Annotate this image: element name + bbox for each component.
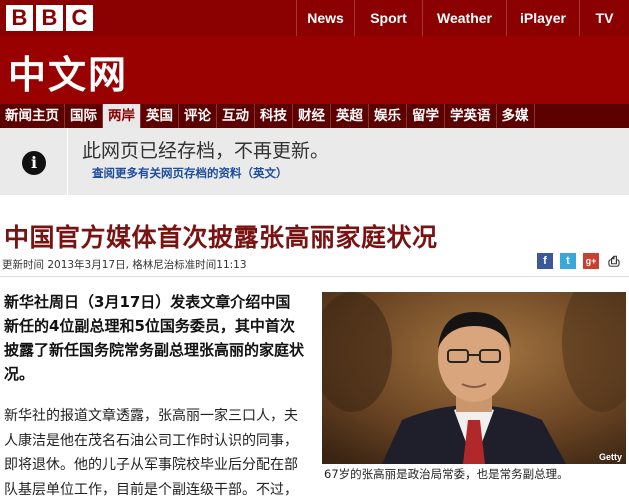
photo-caption: 67岁的张高丽是政治局常委，也是常务副总理。 <box>324 467 569 481</box>
section-item-premier-league[interactable]: 英超 <box>331 104 369 128</box>
notice-divider <box>67 128 68 195</box>
section-item-world[interactable]: 国际 <box>65 104 103 128</box>
bbc-logo-letter: B <box>6 5 33 31</box>
section-item-interactive[interactable]: 互动 <box>217 104 255 128</box>
nav-news[interactable]: News <box>296 0 354 36</box>
bbc-logo-letter: C <box>66 5 93 31</box>
nav-iplayer[interactable]: iPlayer <box>506 0 579 36</box>
facebook-icon[interactable]: f <box>537 253 553 269</box>
headline-divider <box>0 276 629 277</box>
article-lead: 新华社周日（3月17日）发表文章介绍中国新任的4位副总理和5位国务委员，其中首次… <box>4 293 305 383</box>
article-paragraph: 新华社的报道文章透露，张高丽一家三口人，夫人康洁是他在茂名石油公司工作时认识的同… <box>4 408 298 498</box>
bbc-logo[interactable]: B B C <box>6 5 93 31</box>
archive-notice: i 此网页已经存档，不再更新。 查阅更多有关网页存档的资料（英文） <box>0 128 629 195</box>
section-item-technology[interactable]: 科技 <box>255 104 293 128</box>
section-item-uk[interactable]: 英国 <box>141 104 179 128</box>
top-bar: B B C News Sport Weather iPlayer TV <box>0 0 629 36</box>
bbc-logo-letter: B <box>36 5 63 31</box>
archive-message: 此网页已经存档，不再更新。 <box>82 140 330 162</box>
global-nav: News Sport Weather iPlayer TV <box>296 0 629 36</box>
share-tools: f t g+ ⎙ <box>537 253 622 269</box>
print-icon[interactable]: ⎙ <box>606 253 622 269</box>
article-photo: Getty <box>322 292 626 464</box>
article-timestamp: 更新时间 2013年3月17日, 格林尼治标准时间11:13 <box>2 259 247 271</box>
google-plus-icon[interactable]: g+ <box>583 253 599 269</box>
nav-sport[interactable]: Sport <box>354 0 422 36</box>
archive-info-link[interactable]: 查阅更多有关网页存档的资料（英文） <box>92 165 288 181</box>
nav-tv[interactable]: TV <box>579 0 629 36</box>
article-headline: 中国官方媒体首次披露张高丽家庭状况 <box>4 223 438 252</box>
section-item-home[interactable]: 新闻主页 <box>0 104 65 128</box>
section-nav: 新闻主页 国际 两岸 英国 评论 互动 科技 财经 英超 娱乐 留学 学英语 多… <box>0 104 629 128</box>
nav-weather[interactable]: Weather <box>422 0 506 36</box>
section-item-study-abroad[interactable]: 留学 <box>407 104 445 128</box>
section-item-learn-english[interactable]: 学英语 <box>445 104 497 128</box>
masthead: 中文网 <box>0 36 629 104</box>
section-item-cross-strait[interactable]: 两岸 <box>103 104 141 128</box>
section-item-business[interactable]: 财经 <box>293 104 331 128</box>
site-title[interactable]: 中文网 <box>8 44 128 99</box>
section-item-opinion[interactable]: 评论 <box>179 104 217 128</box>
twitter-icon[interactable]: t <box>560 253 576 269</box>
section-item-multimedia[interactable]: 多媒 <box>497 104 535 128</box>
photo-illustration <box>322 292 626 464</box>
info-icon: i <box>22 151 46 175</box>
photo-credit: Getty <box>598 452 622 462</box>
section-item-entertainment[interactable]: 娱乐 <box>369 104 407 128</box>
